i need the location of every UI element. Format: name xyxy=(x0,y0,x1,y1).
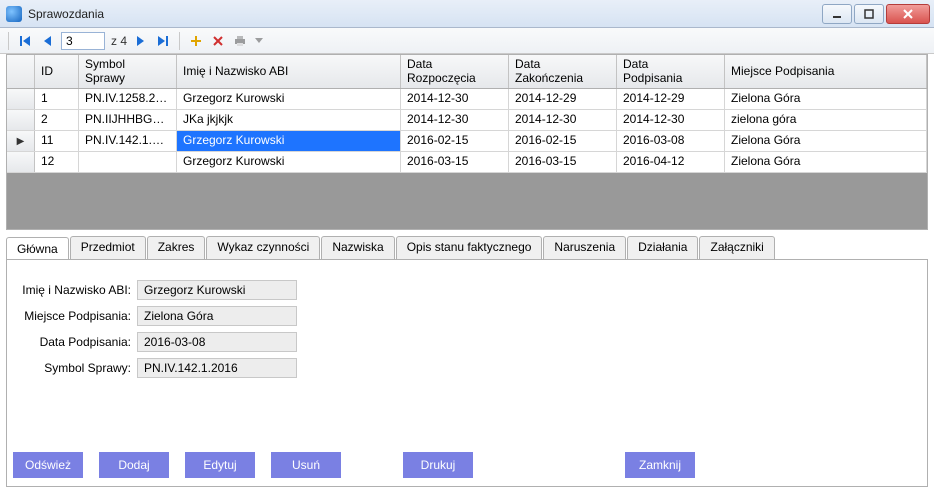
symbol-label: Symbol Sprawy: xyxy=(21,361,137,375)
last-record-icon[interactable] xyxy=(155,33,171,49)
cell[interactable]: 11 xyxy=(35,131,79,151)
miejsce-value: Zielona Góra xyxy=(137,306,297,326)
symbol-value: PN.IV.142.1.2016 xyxy=(137,358,297,378)
table-row[interactable]: 2PN.IIJHHBGGHJKa jkjkjk2014-12-302014-12… xyxy=(7,110,927,131)
data-podpisania-label: Data Podpisania: xyxy=(21,335,137,349)
cell[interactable]: 2016-02-15 xyxy=(401,131,509,151)
first-record-icon[interactable] xyxy=(17,33,33,49)
cell[interactable]: 2014-12-30 xyxy=(401,89,509,109)
tab-opis-stanu-faktycznego[interactable]: Opis stanu faktycznego xyxy=(396,236,543,259)
abi-label: Imię i Nazwisko ABI: xyxy=(21,283,137,297)
col-abi[interactable]: Imię i Nazwisko ABI xyxy=(177,55,401,88)
col-sign-date[interactable]: Data Podpisania xyxy=(617,55,725,88)
cell[interactable]: 2014-12-30 xyxy=(401,110,509,130)
table-row[interactable]: 12Grzegorz Kurowski2016-03-152016-03-152… xyxy=(7,152,927,173)
abi-value: Grzegorz Kurowski xyxy=(137,280,297,300)
close-button[interactable] xyxy=(886,4,930,24)
col-end-date[interactable]: Data Zakończenia xyxy=(509,55,617,88)
col-start-date[interactable]: Data Rozpoczęcia xyxy=(401,55,509,88)
cell[interactable]: 2016-03-15 xyxy=(509,152,617,172)
cell[interactable]: 2014-12-30 xyxy=(509,110,617,130)
grid-header: ID Symbol Sprawy Imię i Nazwisko ABI Dat… xyxy=(7,55,927,89)
navigator-toolbar: z 4 xyxy=(0,28,934,54)
cell[interactable]: 2014-12-29 xyxy=(617,89,725,109)
cell[interactable]: Grzegorz Kurowski xyxy=(177,89,401,109)
delete-button[interactable]: Usuń xyxy=(271,452,341,478)
cell[interactable]: 2 xyxy=(35,110,79,130)
cell[interactable]: PN.IIJHHBGGH xyxy=(79,110,177,130)
data-podpisania-value: 2016-03-08 xyxy=(137,332,297,352)
tab-panel-main: Imię i Nazwisko ABI: Grzegorz Kurowski M… xyxy=(6,259,928,487)
edit-button[interactable]: Edytuj xyxy=(185,452,255,478)
cell[interactable] xyxy=(79,152,177,172)
print-button[interactable]: Drukuj xyxy=(403,452,473,478)
cell[interactable]: Grzegorz Kurowski xyxy=(177,131,401,151)
row-selector[interactable] xyxy=(7,89,35,109)
tab-załączniki[interactable]: Załączniki xyxy=(699,236,774,259)
separator xyxy=(179,32,180,50)
dropdown-icon[interactable] xyxy=(254,33,264,49)
cell[interactable]: 2014-12-30 xyxy=(617,110,725,130)
row-selector[interactable] xyxy=(7,110,35,130)
separator xyxy=(8,32,9,50)
cell[interactable]: JKa jkjkjk xyxy=(177,110,401,130)
tab-naruszenia[interactable]: Naruszenia xyxy=(543,236,626,259)
tab-działania[interactable]: Działania xyxy=(627,236,698,259)
cell[interactable]: Grzegorz Kurowski xyxy=(177,152,401,172)
table-row[interactable]: 1PN.IV.1258.2014Grzegorz Kurowski2014-12… xyxy=(7,89,927,110)
cell[interactable]: Zielona Góra xyxy=(725,89,927,109)
print-icon[interactable] xyxy=(232,33,248,49)
titlebar: Sprawozdania xyxy=(0,0,934,28)
tabstrip: GłównaPrzedmiotZakresWykaz czynnościNazw… xyxy=(6,236,928,259)
cell[interactable]: 2016-03-08 xyxy=(617,131,725,151)
cell[interactable]: Zielona Góra xyxy=(725,152,927,172)
tab-przedmiot[interactable]: Przedmiot xyxy=(70,236,146,259)
col-symbol[interactable]: Symbol Sprawy xyxy=(79,55,177,88)
prev-record-icon[interactable] xyxy=(39,33,55,49)
window-title: Sprawozdania xyxy=(28,7,820,21)
col-id[interactable]: ID xyxy=(35,55,79,88)
cell[interactable]: Zielona Góra xyxy=(725,131,927,151)
row-selector[interactable] xyxy=(7,152,35,172)
cell[interactable]: zielona góra xyxy=(725,110,927,130)
maximize-button[interactable] xyxy=(854,4,884,24)
add-record-icon[interactable] xyxy=(188,33,204,49)
minimize-button[interactable] xyxy=(822,4,852,24)
tab-główna[interactable]: Główna xyxy=(6,237,69,260)
delete-record-icon[interactable] xyxy=(210,33,226,49)
tab-nazwiska[interactable]: Nazwiska xyxy=(321,236,394,259)
next-record-icon[interactable] xyxy=(133,33,149,49)
col-sign-place[interactable]: Miejsce Podpisania xyxy=(725,55,927,88)
cell[interactable]: PN.IV.1258.2014 xyxy=(79,89,177,109)
cell[interactable]: 2014-12-29 xyxy=(509,89,617,109)
cell[interactable]: 1 xyxy=(35,89,79,109)
cell[interactable]: 2016-02-15 xyxy=(509,131,617,151)
cell[interactable]: 12 xyxy=(35,152,79,172)
add-button[interactable]: Dodaj xyxy=(99,452,169,478)
row-selector[interactable]: ▶ xyxy=(7,131,35,151)
close-form-button[interactable]: Zamknij xyxy=(625,452,695,478)
table-row[interactable]: ▶11PN.IV.142.1.2016Grzegorz Kurowski2016… xyxy=(7,131,927,152)
tab-zakres[interactable]: Zakres xyxy=(147,236,206,259)
cell[interactable]: 2016-03-15 xyxy=(401,152,509,172)
app-icon xyxy=(6,6,22,22)
record-count-label: z 4 xyxy=(111,34,127,48)
tab-wykaz-czynności[interactable]: Wykaz czynności xyxy=(206,236,320,259)
cell[interactable]: PN.IV.142.1.2016 xyxy=(79,131,177,151)
reports-grid: ID Symbol Sprawy Imię i Nazwisko ABI Dat… xyxy=(6,54,928,230)
row-selector-header xyxy=(7,55,35,88)
miejsce-label: Miejsce Podpisania: xyxy=(21,309,137,323)
cell[interactable]: 2016-04-12 xyxy=(617,152,725,172)
refresh-button[interactable]: Odśwież xyxy=(13,452,83,478)
record-position-input[interactable] xyxy=(61,32,105,50)
